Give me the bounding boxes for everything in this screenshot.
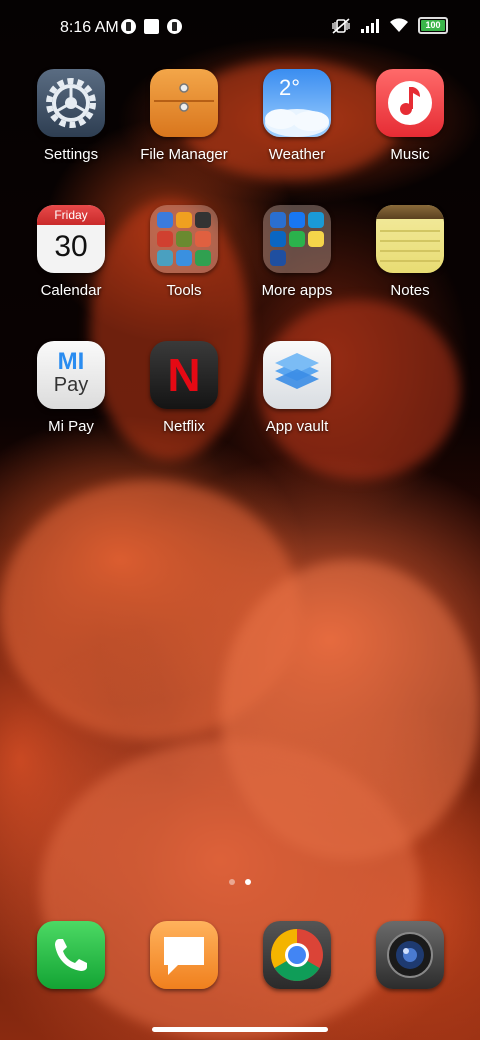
app-label: Weather: [268, 146, 326, 163]
status-time: 8:16 AM: [60, 19, 119, 36]
folder-preview: [157, 212, 211, 266]
dock-chrome[interactable]: [241, 921, 353, 989]
notification-icon: [167, 19, 182, 34]
calendar-day-name: Friday: [37, 205, 105, 225]
app-netflix[interactable]: N Netflix: [128, 341, 240, 435]
app-music[interactable]: Music: [354, 69, 466, 163]
mi-pay-logo-icon: MI Pay: [37, 341, 105, 409]
page-indicator: [0, 879, 480, 885]
app-mi-pay[interactable]: MI Pay Mi Pay: [15, 341, 127, 435]
battery-level: 100: [425, 20, 441, 30]
status-right-icons: 100: [331, 17, 448, 34]
folder-icon: [263, 205, 331, 273]
app-label: Tools: [166, 282, 202, 299]
app-calendar[interactable]: Friday 30 Calendar: [15, 205, 127, 299]
page-dot-active[interactable]: [245, 879, 251, 885]
calendar-icon: Friday 30: [37, 205, 105, 273]
app-label: Mi Pay: [48, 418, 94, 435]
cloud-icon: 2°: [263, 69, 331, 137]
wifi-icon: [390, 18, 408, 32]
phone-icon: [37, 921, 105, 989]
music-note-icon: [376, 69, 444, 137]
notepad-icon: [376, 205, 444, 273]
stacked-layers-icon: [263, 341, 331, 409]
camera-icon: [376, 921, 444, 989]
app-file-manager[interactable]: File Manager: [128, 69, 240, 163]
app-label: Music: [390, 146, 430, 163]
folder-envelope-icon: [150, 69, 218, 137]
netflix-logo: N: [167, 349, 201, 401]
app-label: Netflix: [163, 418, 205, 435]
dock-camera[interactable]: [354, 921, 466, 989]
app-label: More apps: [261, 282, 333, 299]
page-dot[interactable]: [229, 879, 235, 885]
dock-messages[interactable]: [128, 921, 240, 989]
dock-phone[interactable]: [15, 921, 127, 989]
app-vault[interactable]: App vault: [241, 341, 353, 435]
home-indicator[interactable]: [152, 1027, 328, 1032]
battery-icon: 100: [418, 17, 448, 34]
status-left-icons: [121, 19, 182, 34]
netflix-logo-icon: N: [150, 341, 218, 409]
gear-icon: [37, 69, 105, 137]
folder-more-apps[interactable]: More apps: [241, 205, 353, 299]
app-weather[interactable]: 2° Weather: [241, 69, 353, 163]
signal-icon: [361, 18, 379, 33]
message-bubble-icon: [150, 921, 218, 989]
calendar-day-number: 30: [54, 230, 88, 263]
mi-pay-logo-top: MI: [57, 348, 85, 375]
app-label: Notes: [390, 282, 430, 299]
app-label: App vault: [265, 418, 329, 435]
folder-tools[interactable]: Tools: [128, 205, 240, 299]
vibrate-off-icon: [332, 17, 350, 34]
app-notes[interactable]: Notes: [354, 205, 466, 299]
folder-preview: [270, 212, 324, 266]
app-label: Settings: [43, 146, 99, 163]
app-settings[interactable]: Settings: [15, 69, 127, 163]
square-notification-icon: [144, 19, 159, 34]
app-label: Calendar: [40, 282, 102, 299]
mi-pay-logo-bottom: Pay: [53, 374, 89, 396]
app-label: File Manager: [140, 146, 228, 163]
status-bar: 8:16 AM 100: [0, 0, 480, 56]
weather-temperature: 2°: [279, 75, 301, 100]
chrome-icon: [263, 921, 331, 989]
notification-icon: [121, 19, 136, 34]
folder-icon: [150, 205, 218, 273]
